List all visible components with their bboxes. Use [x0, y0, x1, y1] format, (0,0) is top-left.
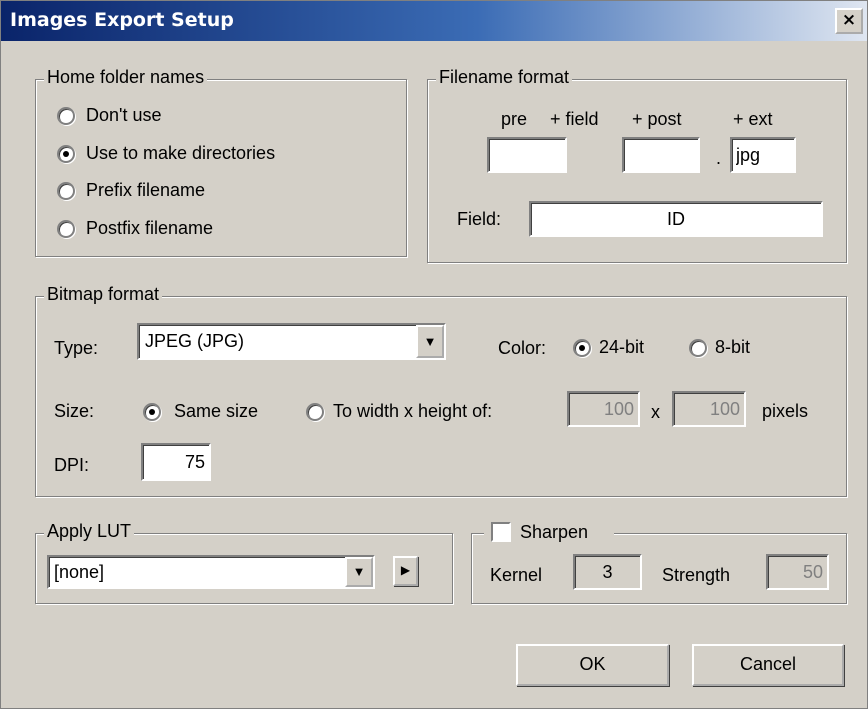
type-label: Type:	[54, 338, 99, 358]
radio-dont-use[interactable]	[57, 107, 75, 125]
size-label: Size:	[54, 401, 95, 421]
postfix-input[interactable]	[622, 137, 700, 173]
radio-postfix-filename-label: Postfix filename	[86, 218, 214, 238]
lut-select-value: [none]	[54, 562, 105, 582]
radio-make-directories-label: Use to make directories	[86, 143, 276, 163]
bitmap-format-legend: Bitmap format	[44, 284, 163, 305]
sharpen-legend: Sharpen	[484, 520, 614, 546]
sharpen-label: Sharpen	[520, 522, 589, 542]
filename-format-legend: Filename format	[436, 67, 573, 88]
field-input[interactable]	[529, 201, 823, 237]
field-col-label: + field	[550, 109, 599, 129]
dpi-input[interactable]	[141, 443, 211, 481]
radio-dont-use-label: Don't use	[86, 105, 162, 125]
chevron-down-icon[interactable]: ▼	[416, 325, 444, 358]
sharpen-group: Sharpen Kernel Strength	[471, 520, 847, 604]
radio-width-height-label: To width x height of:	[333, 401, 493, 421]
strength-label: Strength	[662, 565, 731, 585]
cancel-button[interactable]: Cancel	[692, 644, 844, 686]
kernel-label: Kernel	[490, 565, 543, 585]
radio-same-size[interactable]	[143, 403, 161, 421]
kernel-input[interactable]	[573, 554, 642, 590]
ext-label: + ext	[733, 109, 773, 129]
export-setup-dialog: Images Export Setup × Home folder names …	[0, 0, 868, 709]
radio-prefix-filename[interactable]	[57, 182, 75, 200]
width-input[interactable]	[567, 391, 640, 427]
radio-color-24bit-label: 24-bit	[599, 337, 645, 357]
close-button[interactable]: ×	[835, 8, 863, 34]
pre-label: pre	[501, 109, 528, 129]
times-label: x	[651, 402, 660, 422]
filename-format-group: Filename format pre + field + post + ext…	[427, 67, 847, 263]
type-select-value: JPEG (JPG)	[145, 331, 245, 351]
home-folder-legend: Home folder names	[44, 67, 208, 88]
prefix-input[interactable]	[487, 137, 567, 173]
dpi-label: DPI:	[54, 455, 90, 475]
radio-width-height[interactable]	[306, 403, 324, 421]
lut-select[interactable]: [none] ▼	[47, 555, 375, 589]
pixels-label: pixels	[762, 401, 809, 421]
lut-preview-button[interactable]: ▶	[393, 556, 418, 586]
title-bar[interactable]: Images Export Setup ×	[1, 1, 867, 41]
bitmap-format-group: Bitmap format Type: JPEG (JPG) ▼ Color: …	[35, 284, 847, 497]
radio-make-directories[interactable]	[57, 145, 75, 163]
radio-color-8bit[interactable]	[689, 339, 707, 357]
extension-dot: .	[716, 148, 722, 168]
radio-postfix-filename[interactable]	[57, 220, 75, 238]
extension-input[interactable]	[730, 137, 796, 173]
radio-prefix-filename-label: Prefix filename	[86, 180, 206, 200]
window-title: Images Export Setup	[10, 9, 234, 31]
color-label: Color:	[498, 338, 547, 358]
post-label: + post	[632, 109, 682, 129]
field-row-label: Field:	[457, 209, 502, 229]
strength-input[interactable]	[766, 554, 829, 590]
radio-same-size-label: Same size	[174, 401, 259, 421]
apply-lut-legend: Apply LUT	[44, 521, 135, 542]
height-input[interactable]	[672, 391, 746, 427]
radio-color-8bit-label: 8-bit	[715, 337, 751, 357]
ok-button[interactable]: OK	[516, 644, 669, 686]
radio-color-24bit[interactable]	[573, 339, 591, 357]
home-folder-group: Home folder names Don't use Use to make …	[35, 67, 407, 257]
type-select[interactable]: JPEG (JPG) ▼	[137, 323, 446, 360]
apply-lut-group: Apply LUT [none] ▼ ▶	[35, 521, 453, 604]
chevron-down-icon[interactable]: ▼	[345, 557, 373, 587]
sharpen-checkbox[interactable]	[491, 522, 511, 542]
